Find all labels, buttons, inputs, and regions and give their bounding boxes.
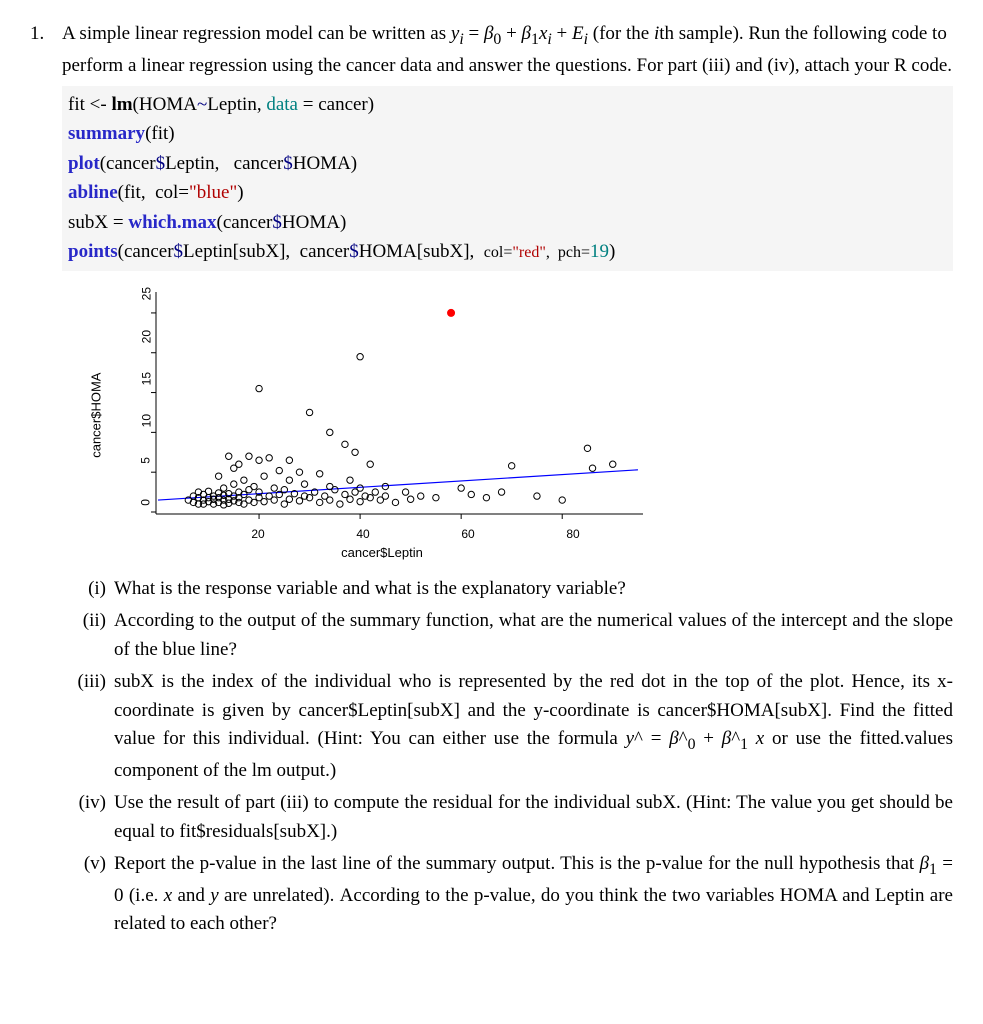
subpart-label: (iii)	[62, 668, 114, 785]
code-line-5: subX = which.max(cancer$HOMA)	[68, 208, 947, 237]
code-line-3: plot(cancer$Leptin, cancer$HOMA)	[68, 149, 947, 178]
x-ticks: 20 40 60 80	[148, 525, 648, 543]
subpart-label: (i)	[62, 575, 114, 604]
code-line-2: summary(fit)	[68, 119, 947, 148]
question-intro: A simple linear regression model can be …	[62, 20, 953, 80]
subpart-iv: (iv) Use the result of part (iii) to com…	[62, 789, 953, 846]
subpart-ii: (ii) According to the output of the summ…	[62, 607, 953, 664]
question-1: 1. A simple linear regression model can …	[30, 20, 953, 943]
question-number: 1.	[30, 20, 62, 943]
subpart-body: According to the output of the summary f…	[114, 607, 953, 664]
subpart-label: (v)	[62, 850, 114, 939]
question-body: A simple linear regression model can be …	[62, 20, 953, 943]
code-block: fit <- lm(HOMA~Leptin, data = cancer) su…	[62, 86, 953, 271]
scatter-plot: cancer$HOMA 0 5 10 15 20 25 20 40 60 80 …	[102, 281, 662, 561]
x-axis-label: cancer$Leptin	[341, 543, 423, 563]
subpart-body: Report the p-value in the last line of t…	[114, 850, 953, 939]
subparts: (i) What is the response variable and wh…	[62, 575, 953, 939]
subpart-v: (v) Report the p-value in the last line …	[62, 850, 953, 939]
code-line-4: abline(fit, col="blue")	[68, 178, 947, 207]
y-axis-label: cancer$HOMA	[86, 372, 106, 457]
subpart-body: subX is the index of the individual who …	[114, 668, 953, 785]
subpart-label: (ii)	[62, 607, 114, 664]
subpart-i: (i) What is the response variable and wh…	[62, 575, 953, 604]
plot-svg	[148, 287, 648, 522]
code-line-1: fit <- lm(HOMA~Leptin, data = cancer)	[68, 90, 947, 119]
code-line-6: points(cancer$Leptin[subX], cancer$HOMA[…	[68, 237, 947, 266]
subpart-body: Use the result of part (iii) to compute …	[114, 789, 953, 846]
subpart-label: (iv)	[62, 789, 114, 846]
subpart-body: What is the response variable and what i…	[114, 575, 953, 604]
y-ticks: 0 5 10 15 20 25	[120, 287, 146, 522]
plot-area	[148, 287, 648, 522]
subpart-iii: (iii) subX is the index of the individua…	[62, 668, 953, 785]
